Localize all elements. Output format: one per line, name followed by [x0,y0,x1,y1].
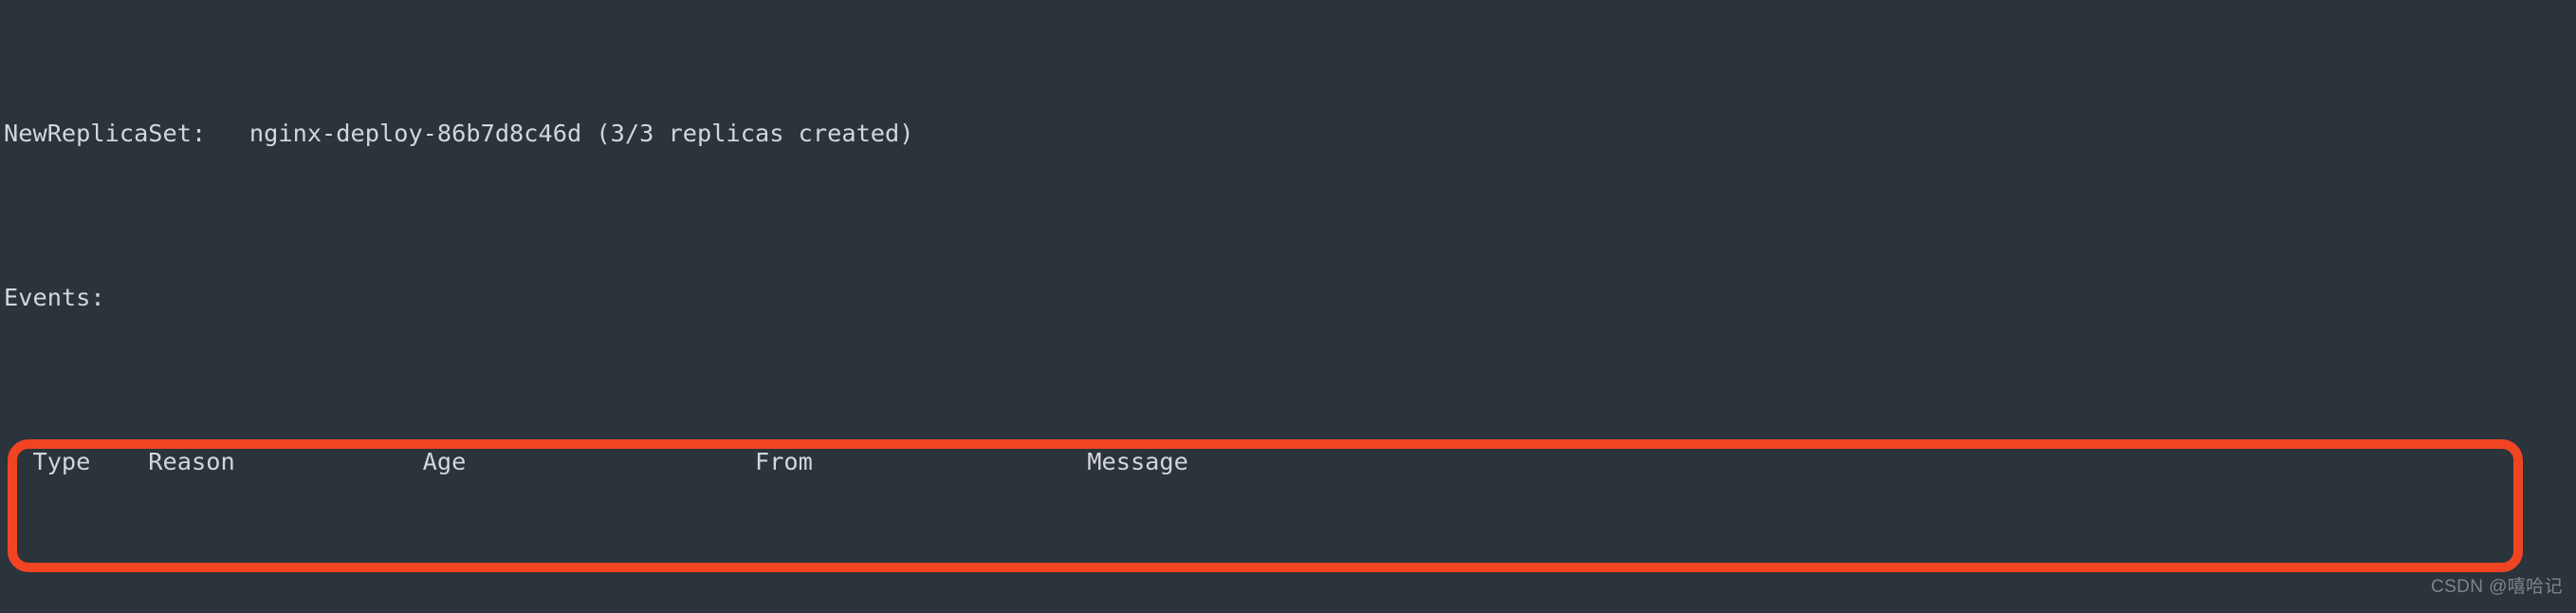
events-table-header: Type Reason Age From Message [4,448,1188,476]
terminal-output: NewReplicaSet: nginx-deploy-86b7d8c46d (… [4,0,2401,613]
events-label: Events: [4,284,105,312]
new-replicaset-line: NewReplicaSet: nginx-deploy-86b7d8c46d (… [4,119,914,147]
watermark-label: CSDN @嘻哈记 [2430,576,2563,597]
events-table-divider: ---- ------ ---- ---- ------- [4,605,2401,613]
terminal-window[interactable]: NewReplicaSet: nginx-deploy-86b7d8c46d (… [0,0,2576,613]
